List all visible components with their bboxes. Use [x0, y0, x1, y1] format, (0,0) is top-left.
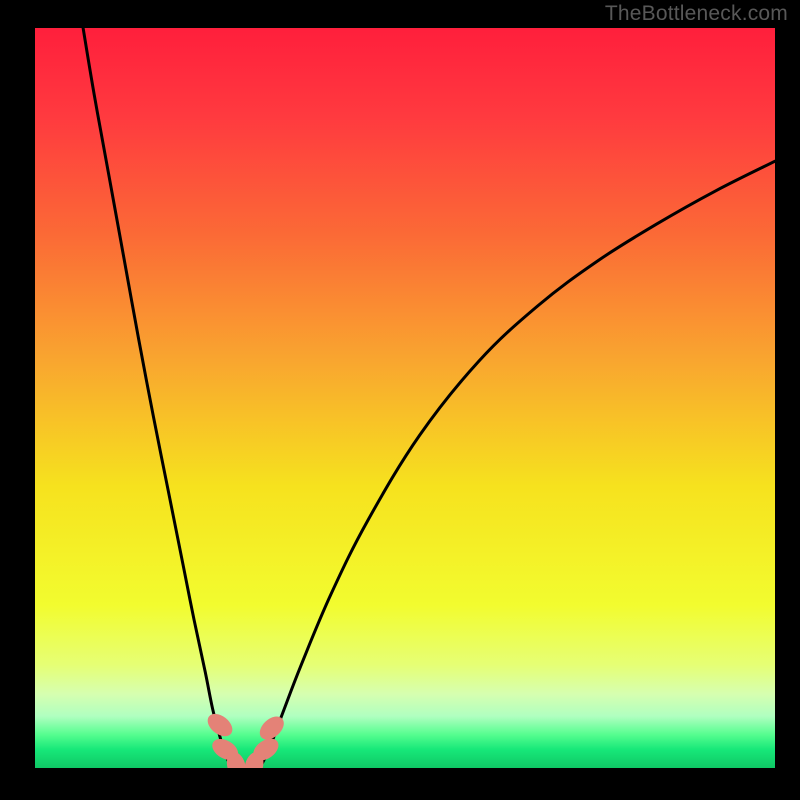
chart-svg — [35, 28, 775, 768]
outer-frame: TheBottleneck.com — [0, 0, 800, 800]
plot-area — [35, 28, 775, 768]
chart-background — [35, 28, 775, 768]
watermark-text: TheBottleneck.com — [605, 2, 788, 26]
